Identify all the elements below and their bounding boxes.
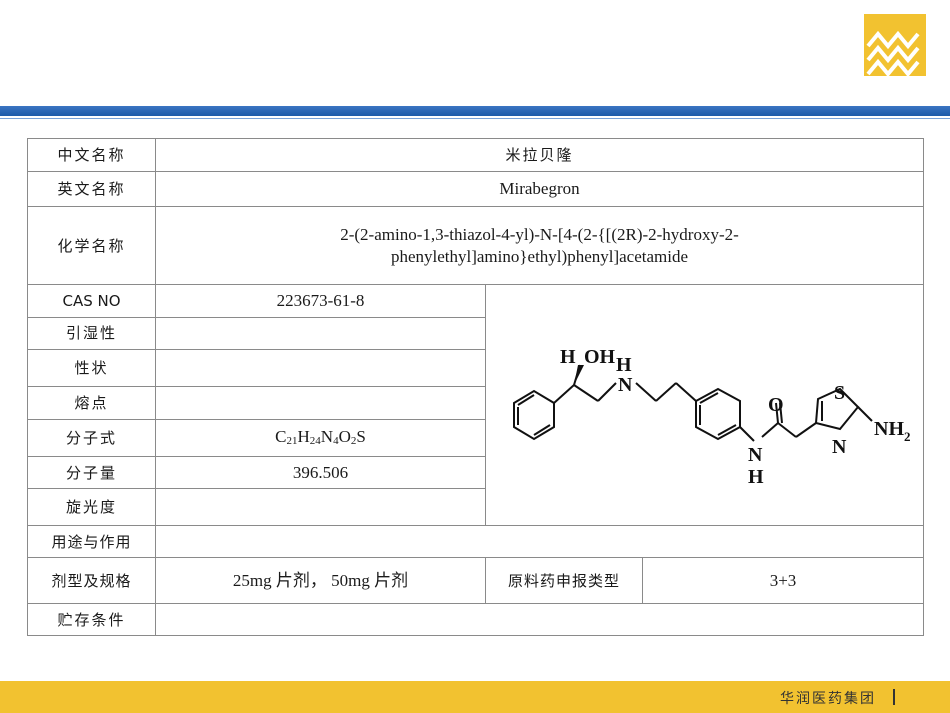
formula-label: 分子式 <box>27 419 156 457</box>
footer-divider-mark <box>893 689 895 705</box>
dosage-value: 25mg 片剂， 50mg 片剂 <box>155 557 486 604</box>
mw-label: 分子量 <box>27 455 156 490</box>
row-cn-name: 中文名称 米拉贝隆 <box>27 138 925 172</box>
row-storage: 贮存条件 <box>27 603 925 636</box>
company-logo <box>864 14 926 76</box>
struct-s: S <box>834 382 845 404</box>
row-use: 用途与作用 <box>27 525 925 558</box>
cn-name-value: 米拉贝隆 <box>154 138 925 172</box>
chem-name-value: 2-(2-amino-1,3-thiazol-4-yl)-N-[4-(2-{[(… <box>154 206 925 285</box>
struct-oh: OH <box>584 346 616 368</box>
storage-value <box>154 603 925 636</box>
chem-name-line1: 2-(2-amino-1,3-thiazol-4-yl)-N-[4-(2-{[(… <box>340 224 739 244</box>
struct-nh2-text: NH <box>874 418 904 440</box>
structure-cell: H OH H N O N H S N NH2 <box>484 284 925 526</box>
en-name-value: Mirabegron <box>154 171 925 207</box>
use-label: 用途与作用 <box>27 525 156 558</box>
hygro-value <box>155 316 486 351</box>
melting-label: 熔点 <box>27 385 156 421</box>
struct-h-top: H <box>560 346 576 368</box>
appearance-value <box>155 349 486 387</box>
cn-name-label: 中文名称 <box>27 138 156 172</box>
struct-nh2: NH2 <box>874 418 911 444</box>
cas-value: 223673-61-8 <box>155 284 486 318</box>
struct-nh-n: N <box>618 374 633 396</box>
footer-bar: 华润医药集团 <box>0 681 950 713</box>
struct-amide-h: H <box>748 466 764 488</box>
api-type-value: 3+3 <box>641 557 925 604</box>
struct-ring-n: N <box>832 436 847 458</box>
struct-nh-h: H <box>616 354 632 376</box>
api-type-label: 原料药申报类型 <box>485 557 643 604</box>
dosage-label: 剂型及规格 <box>27 557 156 604</box>
header-divider <box>0 118 950 119</box>
chem-name-label: 化学名称 <box>27 206 156 285</box>
company-logo-icon <box>866 30 920 76</box>
row-cas: CAS NO 223673-61-8 H OH H N O N H S N NH… <box>27 284 925 526</box>
formula-value: C21H24N4O2S <box>155 419 486 457</box>
struct-o: O <box>768 394 784 416</box>
cas-label: CAS NO <box>27 284 156 318</box>
row-chem-name: 化学名称 2-(2-amino-1,3-thiazol-4-yl)-N-[4-(… <box>27 206 925 285</box>
rotation-value <box>155 488 486 526</box>
header-blue-bar <box>0 106 950 116</box>
row-en-name: 英文名称 Mirabegron <box>27 171 925 207</box>
melting-value <box>155 385 486 421</box>
row-dosage: 剂型及规格 25mg 片剂， 50mg 片剂 原料药申报类型 3+3 <box>27 557 925 604</box>
drug-info-table: 中文名称 米拉贝隆 英文名称 Mirabegron 化学名称 2-(2-amin… <box>27 138 925 636</box>
appearance-label: 性状 <box>27 349 156 387</box>
molecular-structure-image: H OH H N O N H S N NH2 <box>513 346 911 488</box>
use-value <box>154 525 925 558</box>
footer-company: 华润医药集团 <box>780 691 876 707</box>
struct-amide-n: N <box>748 444 763 466</box>
struct-nh2-sub: 2 <box>904 429 911 444</box>
rotation-label: 旋光度 <box>27 488 156 526</box>
chem-name-line2: phenylethyl]amino}ethyl)phenyl]acetamide <box>390 246 689 266</box>
mw-value: 396.506 <box>155 455 486 490</box>
en-name-label: 英文名称 <box>27 171 156 207</box>
storage-label: 贮存条件 <box>27 603 156 636</box>
hygro-label: 引湿性 <box>27 316 156 351</box>
